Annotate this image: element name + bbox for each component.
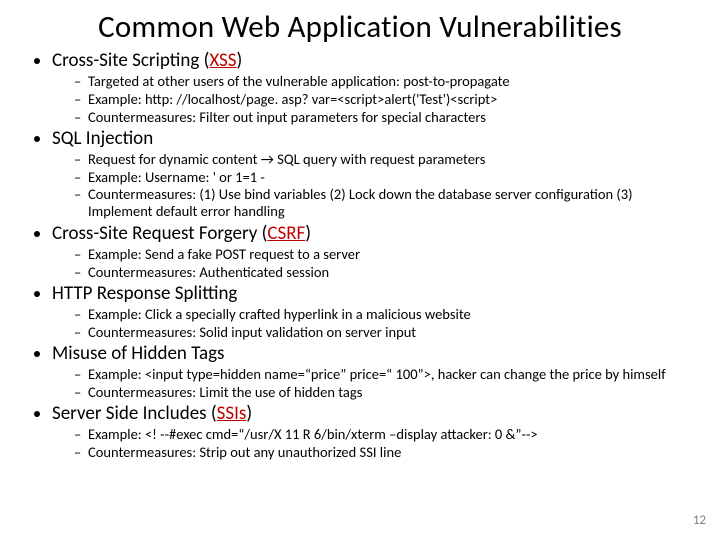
sub-list: Example: Send a fake POST request to a s… [52, 246, 698, 281]
slide: Common Web Application Vulnerabilities C… [0, 0, 720, 540]
sub-list: Request for dynamic content → SQL query … [52, 151, 698, 220]
sub-item: Example: http: //localhost/page. asp? va… [74, 91, 698, 108]
vuln-item: Server Side Includes (SSIs) Example: <! … [52, 403, 698, 461]
vuln-heading-after: ) [305, 222, 311, 245]
vuln-heading-before: SQL Injection [52, 127, 153, 150]
sub-item: Example: Username: ' or 1=1 - [74, 169, 698, 186]
page-number: 12 [693, 513, 706, 528]
vuln-heading-before: HTTP Response Splitting [52, 282, 237, 305]
vuln-acronym: SSIs [217, 402, 247, 425]
sub-item: Countermeasures: Strip out any unauthori… [74, 444, 698, 461]
sub-item: Countermeasures: Solid input validation … [74, 324, 698, 341]
sub-list: Example: <! --#exec cmd=“/usr/X 11 R 6/b… [52, 426, 698, 461]
vuln-acronym: XSS [209, 49, 236, 72]
vuln-heading-before: Cross-Site Request Forgery ( [52, 222, 267, 245]
sub-item: Example: Send a fake POST request to a s… [74, 246, 698, 263]
sub-list: Targeted at other users of the vulnerabl… [52, 73, 698, 125]
sub-item: Countermeasures: Filter out input parame… [74, 109, 698, 126]
vuln-heading-before: Server Side Includes ( [52, 402, 217, 425]
sub-list: Example: <input type=hidden name=“price”… [52, 366, 698, 401]
vuln-heading-before: Cross-Site Scripting ( [52, 49, 209, 72]
vuln-item: SQL Injection Request for dynamic conten… [52, 128, 698, 221]
vuln-list: Cross-Site Scripting (XSS) Targeted at o… [22, 50, 698, 461]
sub-item: Example: <! --#exec cmd=“/usr/X 11 R 6/b… [74, 426, 698, 443]
vuln-heading-after: ) [246, 402, 252, 425]
sub-item: Countermeasures: Authenticated session [74, 264, 698, 281]
sub-item: Countermeasures: Limit the use of hidden… [74, 384, 698, 401]
vuln-acronym: CSRF [267, 222, 305, 245]
vuln-item: Misuse of Hidden Tags Example: <input ty… [52, 343, 698, 401]
vuln-heading-before: Misuse of Hidden Tags [52, 342, 224, 365]
sub-item: Example: <input type=hidden name=“price”… [74, 366, 698, 383]
vuln-item: Cross-Site Scripting (XSS) Targeted at o… [52, 50, 698, 126]
sub-list: Example: Click a specially crafted hyper… [52, 306, 698, 341]
sub-item: Targeted at other users of the vulnerabl… [74, 73, 698, 90]
sub-item: Example: Click a specially crafted hyper… [74, 306, 698, 323]
vuln-heading-after: ) [237, 49, 243, 72]
vuln-item: HTTP Response Splitting Example: Click a… [52, 283, 698, 341]
slide-title: Common Web Application Vulnerabilities [22, 8, 698, 46]
sub-item: Request for dynamic content → SQL query … [74, 151, 698, 168]
sub-item: Countermeasures: (1) Use bind variables … [74, 186, 698, 220]
vuln-item: Cross-Site Request Forgery (CSRF) Exampl… [52, 223, 698, 281]
